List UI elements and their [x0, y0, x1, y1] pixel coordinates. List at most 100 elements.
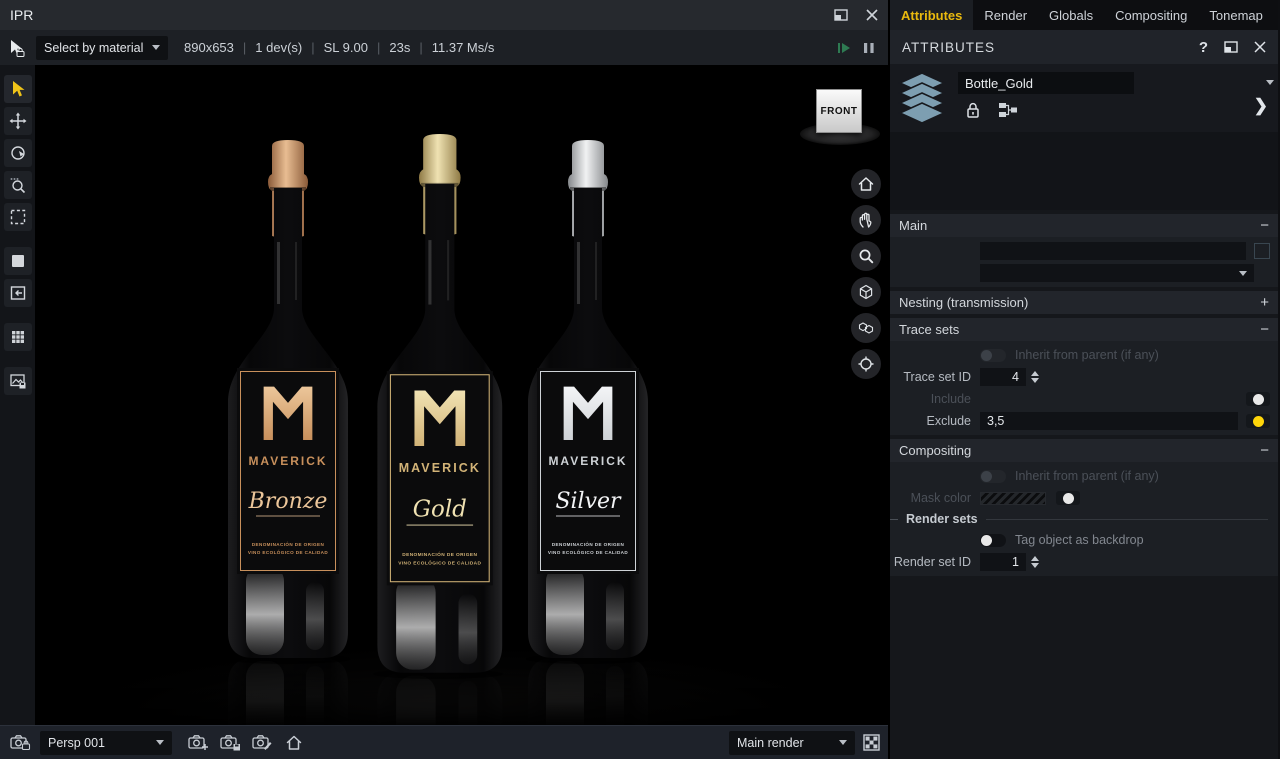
focus-target-button[interactable] [851, 349, 881, 379]
ipr-window: IPR Select by material 890x653| 1 dev(s) [0, 0, 890, 759]
camera-plus-icon [188, 734, 209, 751]
object-name-field[interactable]: Bottle_Gold [958, 72, 1134, 94]
section-main-header[interactable]: Main − [890, 214, 1278, 237]
save-image-button[interactable] [4, 367, 32, 395]
object-header: Bottle_Gold ❯ [890, 64, 1278, 132]
include-toggle[interactable] [1246, 392, 1270, 406]
orbit-tool-button[interactable] [4, 139, 32, 167]
dock-window-icon[interactable] [834, 9, 848, 21]
object-color-swatch[interactable] [1254, 243, 1270, 259]
edit-camera-button[interactable] [250, 734, 274, 751]
compositing-inherit-toggle[interactable] [980, 470, 1006, 483]
dock-panel-button[interactable] [4, 279, 32, 307]
exclude-input[interactable]: 3,5 [980, 412, 1238, 430]
stat-sampling-level: SL 9.00 [324, 40, 368, 55]
square-icon [9, 252, 27, 270]
pan-view-button[interactable] [851, 205, 881, 235]
visibility-dropdown[interactable] [980, 264, 1254, 282]
ipr-titlebar: IPR [0, 0, 888, 30]
tab-attributes[interactable]: Attributes [890, 0, 973, 30]
select-cursor-lock-icon [8, 38, 26, 58]
gizmo-front-face[interactable]: FRONT [816, 89, 862, 133]
help-icon[interactable]: ? [1199, 39, 1208, 56]
save-image-icon [9, 372, 27, 390]
render-set-id-row: Render set ID 1 [890, 551, 1272, 573]
tab-globals[interactable]: Globals [1038, 0, 1104, 30]
include-row: Include [890, 388, 1272, 410]
pause-button[interactable] [862, 41, 876, 55]
section-compositing-header[interactable]: Compositing − [890, 439, 1278, 462]
ipr-title: IPR [10, 7, 33, 23]
collapse-icon[interactable]: − [1260, 218, 1269, 233]
channels-grid-button[interactable] [4, 323, 32, 351]
render-viewport[interactable]: MAVERICK Bronze DENOMINACIÓN DE ORIGEN V… [35, 65, 888, 725]
marquee-icon [9, 208, 27, 226]
region-render-button[interactable] [4, 247, 32, 275]
exclude-dot [1253, 416, 1264, 427]
tab-tonemap[interactable]: Tonemap [1198, 0, 1273, 30]
object-name-value: Bottle_Gold [965, 76, 1033, 91]
render-channel-value: Main render [737, 736, 804, 750]
mask-color-label: Mask color [890, 491, 980, 505]
layers-icon [898, 72, 946, 124]
tab-render[interactable]: Render [973, 0, 1038, 30]
mask-color-dot [1063, 493, 1074, 504]
select-mode-dropdown[interactable]: Select by material [36, 36, 168, 60]
section-main: Main − [890, 214, 1278, 287]
mask-color-toggle[interactable] [1056, 491, 1080, 505]
section-trace-header[interactable]: Trace sets − [890, 318, 1278, 341]
trace-inherit-toggle[interactable] [980, 349, 1006, 362]
expand-icon[interactable]: + [1260, 295, 1269, 310]
tab-compositing[interactable]: Compositing [1104, 0, 1198, 30]
exclude-toggle[interactable] [1246, 414, 1270, 428]
frame-all-button[interactable] [851, 313, 881, 343]
cubes-icon [857, 319, 875, 337]
dock-window-icon[interactable] [1224, 41, 1238, 53]
pan-tool-button[interactable] [4, 107, 32, 135]
trace-set-id-input[interactable]: 4 [980, 368, 1026, 386]
home-camera-button[interactable] [282, 734, 306, 751]
trace-set-id-stepper[interactable] [1031, 371, 1039, 383]
save-camera-button[interactable] [218, 734, 242, 751]
expand-chevron-icon[interactable]: ❯ [1254, 96, 1268, 116]
alias-row [890, 240, 1272, 262]
zoom-view-button[interactable] [851, 241, 881, 271]
trace-inherit-row: Inherit from parent (if any) [890, 344, 1272, 366]
collapse-icon[interactable]: − [1260, 443, 1269, 458]
render-channel-dropdown[interactable]: Main render [729, 731, 855, 755]
node-graph-icon[interactable] [998, 102, 1018, 118]
home-view-button[interactable] [851, 169, 881, 199]
play-button[interactable] [836, 40, 852, 56]
backdrop-label: Tag object as backdrop [1015, 533, 1144, 547]
chevron-down-icon[interactable] [1266, 80, 1274, 85]
collapse-icon[interactable]: − [1260, 322, 1269, 337]
camera-dropdown[interactable]: Persp 001 [40, 731, 172, 755]
cursor-icon [9, 80, 27, 98]
marquee-select-tool-button[interactable] [4, 203, 32, 231]
lock-icon[interactable] [966, 102, 980, 118]
include-label: Include [890, 392, 980, 406]
frame-object-button[interactable] [851, 277, 881, 307]
backdrop-toggle[interactable] [980, 534, 1006, 547]
zoom-region-tool-button[interactable] [4, 171, 32, 199]
render-sets-title: Render sets [906, 512, 978, 526]
backdrop-row: Tag object as backdrop [890, 529, 1272, 551]
mask-color-swatch[interactable] [980, 492, 1046, 505]
alpha-checker-button[interactable] [863, 734, 880, 751]
select-tool-button[interactable] [4, 75, 32, 103]
render-image: MAVERICK Bronze DENOMINACIÓN DE ORIGEN V… [35, 65, 888, 725]
ipr-toolbar: Select by material 890x653| 1 dev(s)| SL… [0, 30, 888, 65]
search-icon [857, 247, 875, 265]
close-icon[interactable] [866, 9, 878, 21]
close-icon[interactable] [1254, 41, 1266, 53]
trace-inherit-label: Inherit from parent (if any) [1015, 348, 1159, 362]
render-set-id-input[interactable]: 1 [980, 553, 1026, 571]
alias-input[interactable] [980, 242, 1246, 260]
trace-set-id-row: Trace set ID 4 [890, 366, 1272, 388]
stat-speed: 11.37 Ms/s [432, 40, 495, 55]
render-set-id-stepper[interactable] [1031, 556, 1039, 568]
view-cube-gizmo[interactable]: FRONT [798, 85, 882, 151]
exclude-label: Exclude [890, 414, 980, 428]
section-nesting-header[interactable]: Nesting (transmission) + [890, 291, 1278, 314]
add-camera-button[interactable] [186, 734, 210, 751]
